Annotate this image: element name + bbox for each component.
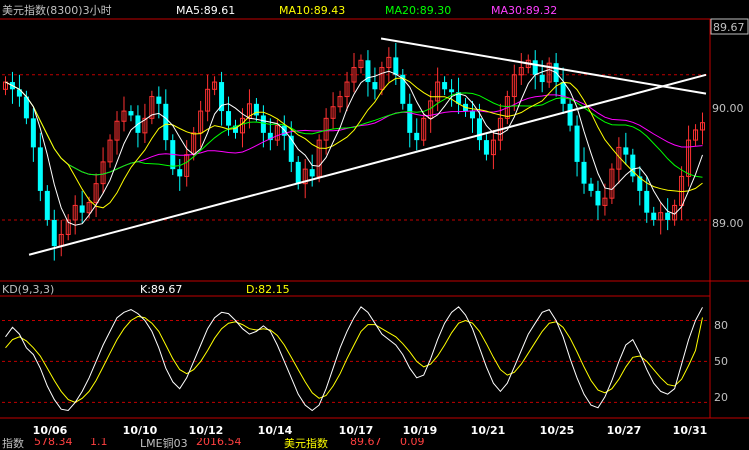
chart-root: 美元指数(8300)3小时 MA5:89.61 MA10:89.43 MA20:… xyxy=(0,3,749,437)
candle-body-down xyxy=(644,190,650,213)
candle-body-down xyxy=(295,161,301,184)
candle-body-down xyxy=(37,147,43,191)
candle-body-down xyxy=(156,96,162,104)
candle-body-down xyxy=(393,57,399,75)
status-item-1: 指数 xyxy=(2,438,24,450)
ma20-label: MA20:89.30 xyxy=(385,4,451,17)
kd-tick-50: 50 xyxy=(714,355,728,368)
status-item-2: 578.34 xyxy=(34,438,73,448)
candle-body-down xyxy=(532,60,538,75)
price-tick-upper: 90.00 xyxy=(712,102,744,115)
date-label-1006: 10/06 xyxy=(33,424,68,437)
candle-body-down xyxy=(574,125,580,162)
status-bar: 指数 578.34 1.1 LME铜03 2016.54 美元指数 89.67 … xyxy=(0,438,749,450)
last-price-tag: 89.67 xyxy=(713,21,745,34)
candle-body-down xyxy=(588,183,594,191)
candle-body-down xyxy=(469,111,475,119)
candle-body-down xyxy=(163,103,169,141)
candle-body-down xyxy=(407,103,413,133)
k-line xyxy=(5,306,703,412)
candle-body-down xyxy=(79,205,85,213)
status-item-7: 89.67 xyxy=(350,438,382,448)
kd-tick-80: 80 xyxy=(714,319,728,332)
candle-body-down xyxy=(651,212,657,220)
candle-body-down xyxy=(51,219,57,247)
date-label-1014: 10/14 xyxy=(258,424,293,437)
candle-body-down xyxy=(567,103,573,126)
main-panel-title: 美元指数(8300)3小时 xyxy=(2,3,112,17)
trendline-lower xyxy=(28,73,707,256)
chart-marks xyxy=(2,37,710,412)
candle-body-down xyxy=(581,161,587,184)
status-item-4: LME铜03 xyxy=(140,438,188,450)
candle-body-down xyxy=(449,89,455,93)
candle-body-down xyxy=(226,111,232,126)
date-label-1027: 10/27 xyxy=(607,424,642,437)
ma5-label: MA5:89.61 xyxy=(176,4,235,17)
candle-body-down xyxy=(177,169,183,177)
candle-body-down xyxy=(30,118,36,148)
ma10-label: MA10:89.43 xyxy=(279,4,345,17)
candle-body-down xyxy=(260,115,266,133)
date-label-1021: 10/21 xyxy=(471,424,506,437)
kd-tick-20: 20 xyxy=(714,391,728,404)
date-label-1017: 10/17 xyxy=(339,424,374,437)
candle-body-down xyxy=(16,89,22,97)
d-value-label: D:82.15 xyxy=(246,283,290,296)
k-value-label: K:89.67 xyxy=(140,283,182,296)
date-label-1019: 10/19 xyxy=(403,424,438,437)
candle-body-down xyxy=(414,132,420,141)
status-item-8: 0.09 xyxy=(400,438,425,448)
candle-body-down xyxy=(128,111,134,116)
candle-body-down xyxy=(483,140,489,155)
kd-panel-title: KD(9,3,3) xyxy=(2,283,54,296)
candle-body-down xyxy=(44,190,50,220)
candle-body-down xyxy=(665,212,671,220)
candle-body-down xyxy=(442,82,448,90)
date-label-1025: 10/25 xyxy=(540,424,575,437)
candle-body-down xyxy=(595,190,601,206)
candle-body-down xyxy=(560,82,566,104)
candle-body-down xyxy=(372,82,378,90)
trendline-upper xyxy=(380,37,707,95)
candle-body-down xyxy=(539,74,545,83)
date-label-1012: 10/12 xyxy=(189,424,224,437)
status-item-6: 美元指数 xyxy=(284,438,328,450)
d-line xyxy=(5,315,703,403)
candle-body-down xyxy=(309,169,315,177)
candle-body-down xyxy=(476,118,482,141)
price-tick-lower: 89.00 xyxy=(712,217,744,230)
status-item-5: 2016.54 xyxy=(196,438,242,448)
date-label-1031: 10/31 xyxy=(673,424,708,437)
date-label-1010: 10/10 xyxy=(123,424,158,437)
status-item-3: 1.1 xyxy=(90,438,108,448)
candle-body-down xyxy=(623,147,629,155)
ma30-label: MA30:89.32 xyxy=(491,4,557,17)
